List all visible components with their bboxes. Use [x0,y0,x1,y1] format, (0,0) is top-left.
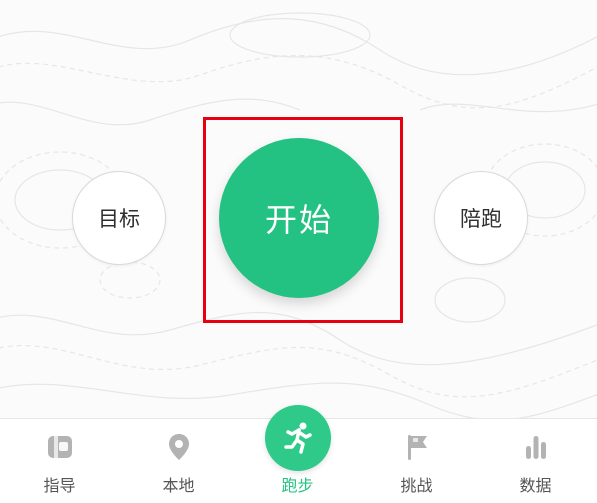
goal-button[interactable]: 目标 [72,171,166,265]
location-pin-icon [163,431,195,463]
tab-data-label: 数据 [519,476,552,495]
start-button-label: 开始 [264,201,333,239]
tab-local[interactable]: 本地 [119,419,238,503]
tab-challenge[interactable]: 挑战 [357,419,476,503]
pace-button-label: 陪跑 [460,207,502,231]
tab-data[interactable]: 数据 [476,419,595,503]
tab-challenge-label: 挑战 [400,476,433,495]
tab-guide-label: 指导 [43,476,76,495]
goal-button-label: 目标 [98,207,140,231]
start-run-button[interactable]: 开始 [219,138,379,298]
tab-run-label: 跑步 [281,476,314,495]
runner-icon [264,405,331,471]
pace-companion-button[interactable]: 陪跑 [434,171,528,265]
tab-local-label: 本地 [162,476,195,495]
tab-guide[interactable]: 指导 [0,419,119,503]
bottom-tab-bar: 指导 本地 跑步 挑战 数据 [0,405,597,503]
bar-chart-icon [520,431,552,463]
flag-icon [401,431,433,463]
book-icon [44,431,76,463]
tab-run[interactable]: 跑步 [238,405,357,503]
